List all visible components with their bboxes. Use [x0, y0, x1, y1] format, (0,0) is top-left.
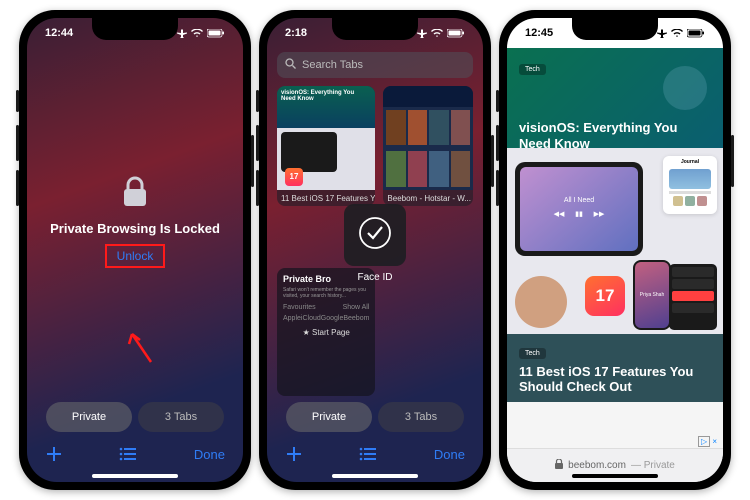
side-button-vol-up	[16, 125, 19, 161]
tab-card-start-page[interactable]: Private Bro Safari won't remember the pa…	[277, 268, 375, 397]
side-button-power	[251, 135, 254, 187]
side-button-vol-up	[496, 125, 499, 161]
tab-thumbnail	[383, 86, 473, 190]
screen: 12:45 Tech visionOS: Everything You Need…	[507, 18, 723, 482]
side-button-mute	[16, 90, 19, 112]
side-button-vol-up	[256, 125, 259, 161]
wifi-icon	[671, 29, 683, 38]
article-card[interactable]: Tech 11 Best iOS 17 Features You Should …	[507, 334, 723, 402]
battery-icon	[207, 29, 225, 38]
done-button[interactable]: Done	[194, 447, 225, 462]
tab-groups-list-button[interactable]	[119, 447, 137, 461]
widget-card	[669, 264, 717, 330]
airplane-mode-icon	[417, 28, 427, 38]
phone-1-locked: 12:44 Private Browsing Is Locked Unlock …	[19, 10, 251, 490]
lock-icon	[122, 176, 148, 213]
airplane-mode-icon	[657, 28, 667, 38]
article-hero[interactable]: Tech visionOS: Everything You Need Know	[507, 48, 723, 148]
screen: 2:18 Search Tabs ✕ visionOS: Everything …	[267, 18, 483, 482]
ad-close-icon[interactable]: ×	[712, 437, 717, 446]
tab-groups-list-button[interactable]	[359, 447, 377, 461]
checkmark-icon	[358, 216, 392, 255]
tab-group-private[interactable]: Private	[286, 402, 372, 432]
prev-icon: ◀◀	[552, 207, 566, 221]
show-all-link: Show All	[343, 304, 370, 311]
search-tabs-input[interactable]: Search Tabs	[277, 52, 473, 78]
iphone-mockup: Priya Shah	[633, 260, 671, 330]
category-tag: Tech	[519, 64, 546, 75]
start-page-label: Start Page	[312, 328, 350, 337]
search-icon	[285, 58, 296, 72]
side-button-vol-down	[256, 170, 259, 206]
airplane-mode-icon	[177, 28, 187, 38]
lock-icon	[555, 459, 563, 472]
tab-group-private[interactable]: Private	[46, 402, 132, 432]
favourites-label: Favourites	[283, 304, 316, 311]
ad-marker[interactable]: ▷ ×	[696, 437, 717, 446]
side-button-power	[491, 135, 494, 187]
tab-group-count[interactable]: 3 Tabs	[378, 402, 464, 432]
journal-card: Journal	[663, 156, 717, 214]
category-tag: Tech	[519, 348, 546, 359]
side-button-vol-down	[496, 170, 499, 206]
content-locked: Private Browsing Is Locked Unlock	[27, 48, 243, 396]
notch	[332, 18, 418, 40]
battery-icon	[687, 29, 705, 38]
new-tab-button[interactable]	[45, 445, 63, 463]
hero-graphic	[663, 66, 707, 110]
phone-3-webpage: 12:45 Tech visionOS: Everything You Need…	[499, 10, 731, 490]
next-icon: ▶▶	[592, 207, 606, 221]
search-placeholder: Search Tabs	[302, 59, 363, 71]
toolbar: Private 3 Tabs Done	[27, 396, 243, 482]
tab-thumbnail: visionOS: Everything YouNeed Know 17	[277, 86, 375, 190]
battery-icon	[447, 29, 465, 38]
toolbar: Private 3 Tabs Done	[267, 396, 483, 482]
status-time: 12:45	[525, 27, 553, 39]
side-button-mute	[256, 90, 259, 112]
pause-icon: ▮▮	[572, 207, 586, 221]
screen: 12:44 Private Browsing Is Locked Unlock …	[27, 18, 243, 482]
wifi-icon	[431, 29, 443, 38]
tab-card-2[interactable]: ✕ Beebom - Hotstar - W...	[383, 86, 473, 206]
ad-play-icon: ▷	[698, 436, 710, 447]
annotation-arrow-icon	[119, 328, 159, 368]
tab-card-1[interactable]: ✕ visionOS: Everything YouNeed Know 17 1…	[277, 86, 375, 206]
unlock-button[interactable]: Unlock	[105, 244, 166, 268]
side-button-vol-down	[16, 170, 19, 206]
new-tab-button[interactable]	[285, 445, 303, 463]
now-playing-label: All I Need	[564, 197, 594, 204]
start-body: Safari won't remember the pages you visi…	[283, 287, 369, 300]
ios17-tile: 17	[585, 276, 625, 316]
article-title: visionOS: Everything You Need Know	[519, 120, 711, 151]
status-time: 2:18	[285, 27, 307, 39]
faceid-label: Face ID	[332, 272, 418, 283]
locked-title: Private Browsing Is Locked	[50, 221, 220, 236]
notch	[572, 18, 658, 40]
status-time: 12:44	[45, 27, 73, 39]
article-image: All I Need ◀◀ ▮▮ ▶▶ Journal 17 Priy	[507, 148, 723, 334]
star-icon: ★	[303, 328, 310, 337]
url-host: beebom.com	[568, 460, 626, 471]
side-button-power	[731, 135, 734, 187]
home-indicator[interactable]	[332, 474, 418, 478]
thumb-headline: visionOS: Everything YouNeed Know	[277, 86, 375, 128]
wifi-icon	[191, 29, 203, 38]
person-photo	[515, 276, 567, 328]
web-content[interactable]: Tech visionOS: Everything You Need Know …	[507, 48, 723, 448]
done-button[interactable]: Done	[434, 447, 465, 462]
tab-group-count[interactable]: 3 Tabs	[138, 402, 224, 432]
home-indicator[interactable]	[572, 474, 658, 478]
ipad-mockup: All I Need ◀◀ ▮▮ ▶▶	[515, 162, 643, 256]
side-button-mute	[496, 90, 499, 112]
phone-2-faceid: 2:18 Search Tabs ✕ visionOS: Everything …	[259, 10, 491, 490]
faceid-overlay: Face ID	[332, 204, 418, 283]
article-title: 11 Best iOS 17 Features You Should Check…	[519, 364, 711, 394]
notch	[92, 18, 178, 40]
home-indicator[interactable]	[92, 474, 178, 478]
url-mode: — Private	[631, 460, 675, 471]
